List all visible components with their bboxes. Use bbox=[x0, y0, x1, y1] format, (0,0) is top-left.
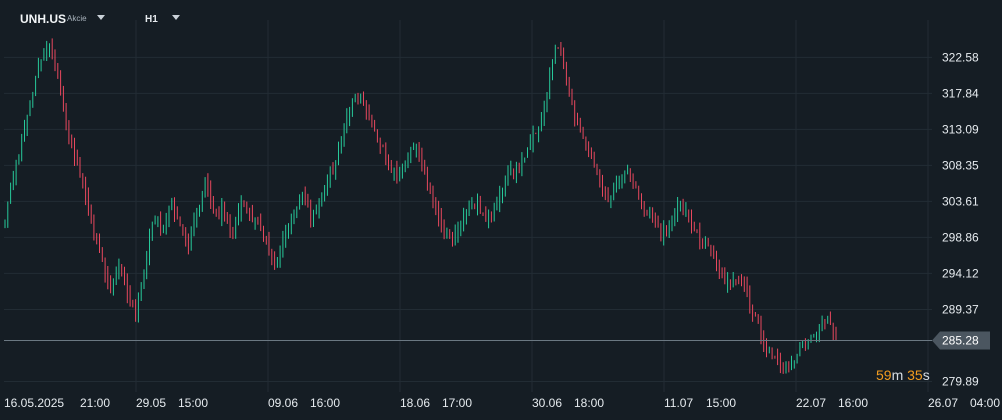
symbol-name[interactable]: UNH.US bbox=[20, 12, 66, 26]
x-tick-label: 16.05.2025 bbox=[4, 396, 64, 410]
x-tick-label: 30.06 bbox=[532, 396, 562, 410]
y-tick-label: 298.86 bbox=[942, 230, 979, 244]
y-tick-label: 303.61 bbox=[942, 194, 979, 208]
current-price-label: 285.28 bbox=[942, 334, 979, 348]
symbol-type[interactable]: Akcie bbox=[67, 14, 87, 23]
price-chart[interactable]: 285.28 322.58 317.84 313.09 308.35 303.61 298… bbox=[0, 0, 1002, 420]
grid-lines bbox=[4, 20, 932, 392]
x-tick-label: 15:00 bbox=[178, 396, 208, 410]
countdown-minutes: 59 bbox=[876, 367, 892, 383]
y-tick-label: 279.89 bbox=[942, 374, 979, 388]
timeframe-dropdown-chevron-down-icon[interactable] bbox=[172, 15, 180, 20]
x-tick-label: 16:00 bbox=[838, 396, 868, 410]
x-tick-label: 04:00 bbox=[970, 396, 1000, 410]
current-price-tag: 285.28 bbox=[932, 331, 990, 350]
x-tick-label: 29.05 bbox=[136, 396, 166, 410]
x-tick-label: 21:00 bbox=[80, 396, 110, 410]
countdown-minutes-unit: m bbox=[891, 367, 904, 383]
chart-toolbar: UNH.US Akcie H1 bbox=[0, 0, 1002, 36]
y-tick-label: 317.84 bbox=[942, 86, 979, 100]
x-tick-label: 17:00 bbox=[442, 396, 472, 410]
x-tick-label: 22.07 bbox=[796, 396, 826, 410]
x-tick-label: 18:00 bbox=[574, 396, 604, 410]
y-tick-label: 322.58 bbox=[942, 50, 979, 64]
countdown-seconds-unit: s bbox=[922, 367, 930, 383]
y-tick-label: 294.12 bbox=[942, 266, 979, 280]
countdown-seconds: 35 bbox=[907, 367, 923, 383]
y-tick-label: 308.35 bbox=[942, 158, 979, 172]
y-tick-label: 289.37 bbox=[942, 302, 979, 316]
candlestick-series bbox=[4, 38, 837, 374]
x-tick-label: 09.06 bbox=[268, 396, 298, 410]
x-axis: 16.05.2025 21:00 29.05 15:00 09.06 16:00 18.06… bbox=[4, 396, 1000, 410]
symbol-dropdown-chevron-down-icon[interactable] bbox=[97, 15, 105, 20]
x-tick-label: 16:00 bbox=[310, 396, 340, 410]
x-tick-label: 26.07 bbox=[928, 396, 958, 410]
x-tick-label: 18.06 bbox=[400, 396, 430, 410]
x-tick-label: 15:00 bbox=[706, 396, 736, 410]
timeframe-selector[interactable]: H1 bbox=[145, 14, 158, 25]
y-tick-label: 313.09 bbox=[942, 122, 979, 136]
x-tick-label: 11.07 bbox=[664, 396, 693, 410]
candle-countdown: 59m 35s bbox=[876, 367, 930, 383]
